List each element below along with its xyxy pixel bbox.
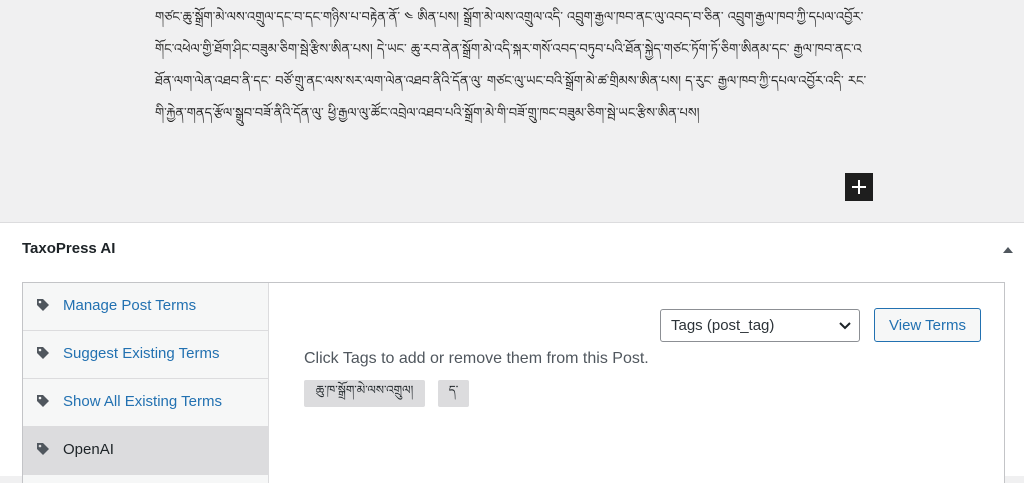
tab-manage-post-terms[interactable]: Manage Post Terms — [23, 283, 268, 331]
panel-title: TaxoPress AI — [22, 240, 116, 257]
tab-list: Manage Post Terms Suggest Existing Terms… — [23, 283, 269, 483]
tag-icon — [37, 395, 49, 407]
panel-toggle-button[interactable] — [998, 241, 1018, 259]
add-block-button[interactable] — [845, 173, 873, 201]
instructions-text: Click Tags to add or remove them from th… — [304, 350, 649, 367]
view-terms-button[interactable]: View Terms — [874, 308, 981, 342]
plus-icon — [852, 180, 866, 194]
editor-paragraph[interactable]: གཙང་ཆུ་སྒྲོག་མེ་ལས་འགྲུལ་དང་བ་དང་གཉིས་པ་… — [155, 2, 875, 130]
tab-suggest-existing-terms[interactable]: Suggest Existing Terms — [23, 331, 268, 379]
tab-openai[interactable]: OpenAI — [23, 427, 268, 475]
taxopress-ai-panel: TaxoPress AI Manage Post Terms Suggest E… — [0, 223, 1024, 483]
tab-label: Suggest Existing Terms — [63, 345, 220, 362]
taxonomy-select-value: Tags (post_tag) — [671, 317, 775, 334]
tab-content: Tags (post_tag) View Terms Click Tags to… — [269, 283, 1004, 483]
tab-label: Manage Post Terms — [63, 297, 197, 314]
tag-icon — [37, 299, 49, 311]
term-chip[interactable]: ཆུ་ཁ་སྒྲོག་མེ་ལས་འགྲུལ། — [304, 380, 425, 407]
panel-body: Manage Post Terms Suggest Existing Terms… — [22, 282, 1005, 483]
taxonomy-select[interactable]: Tags (post_tag) — [660, 309, 860, 342]
tab-label: OpenAI — [63, 441, 114, 458]
tag-icon — [37, 347, 49, 359]
editor-area: གཙང་ཆུ་སྒྲོག་མེ་ལས་འགྲུལ་དང་བ་དང་གཉིས་པ་… — [0, 0, 1024, 223]
tab-label: Show All Existing Terms — [63, 393, 222, 410]
term-chip[interactable]: ད་ — [438, 380, 469, 407]
chevron-down-icon — [839, 322, 851, 330]
tag-icon — [37, 443, 49, 455]
tab-show-all-existing-terms[interactable]: Show All Existing Terms — [23, 379, 268, 427]
caret-up-icon — [1003, 247, 1013, 253]
